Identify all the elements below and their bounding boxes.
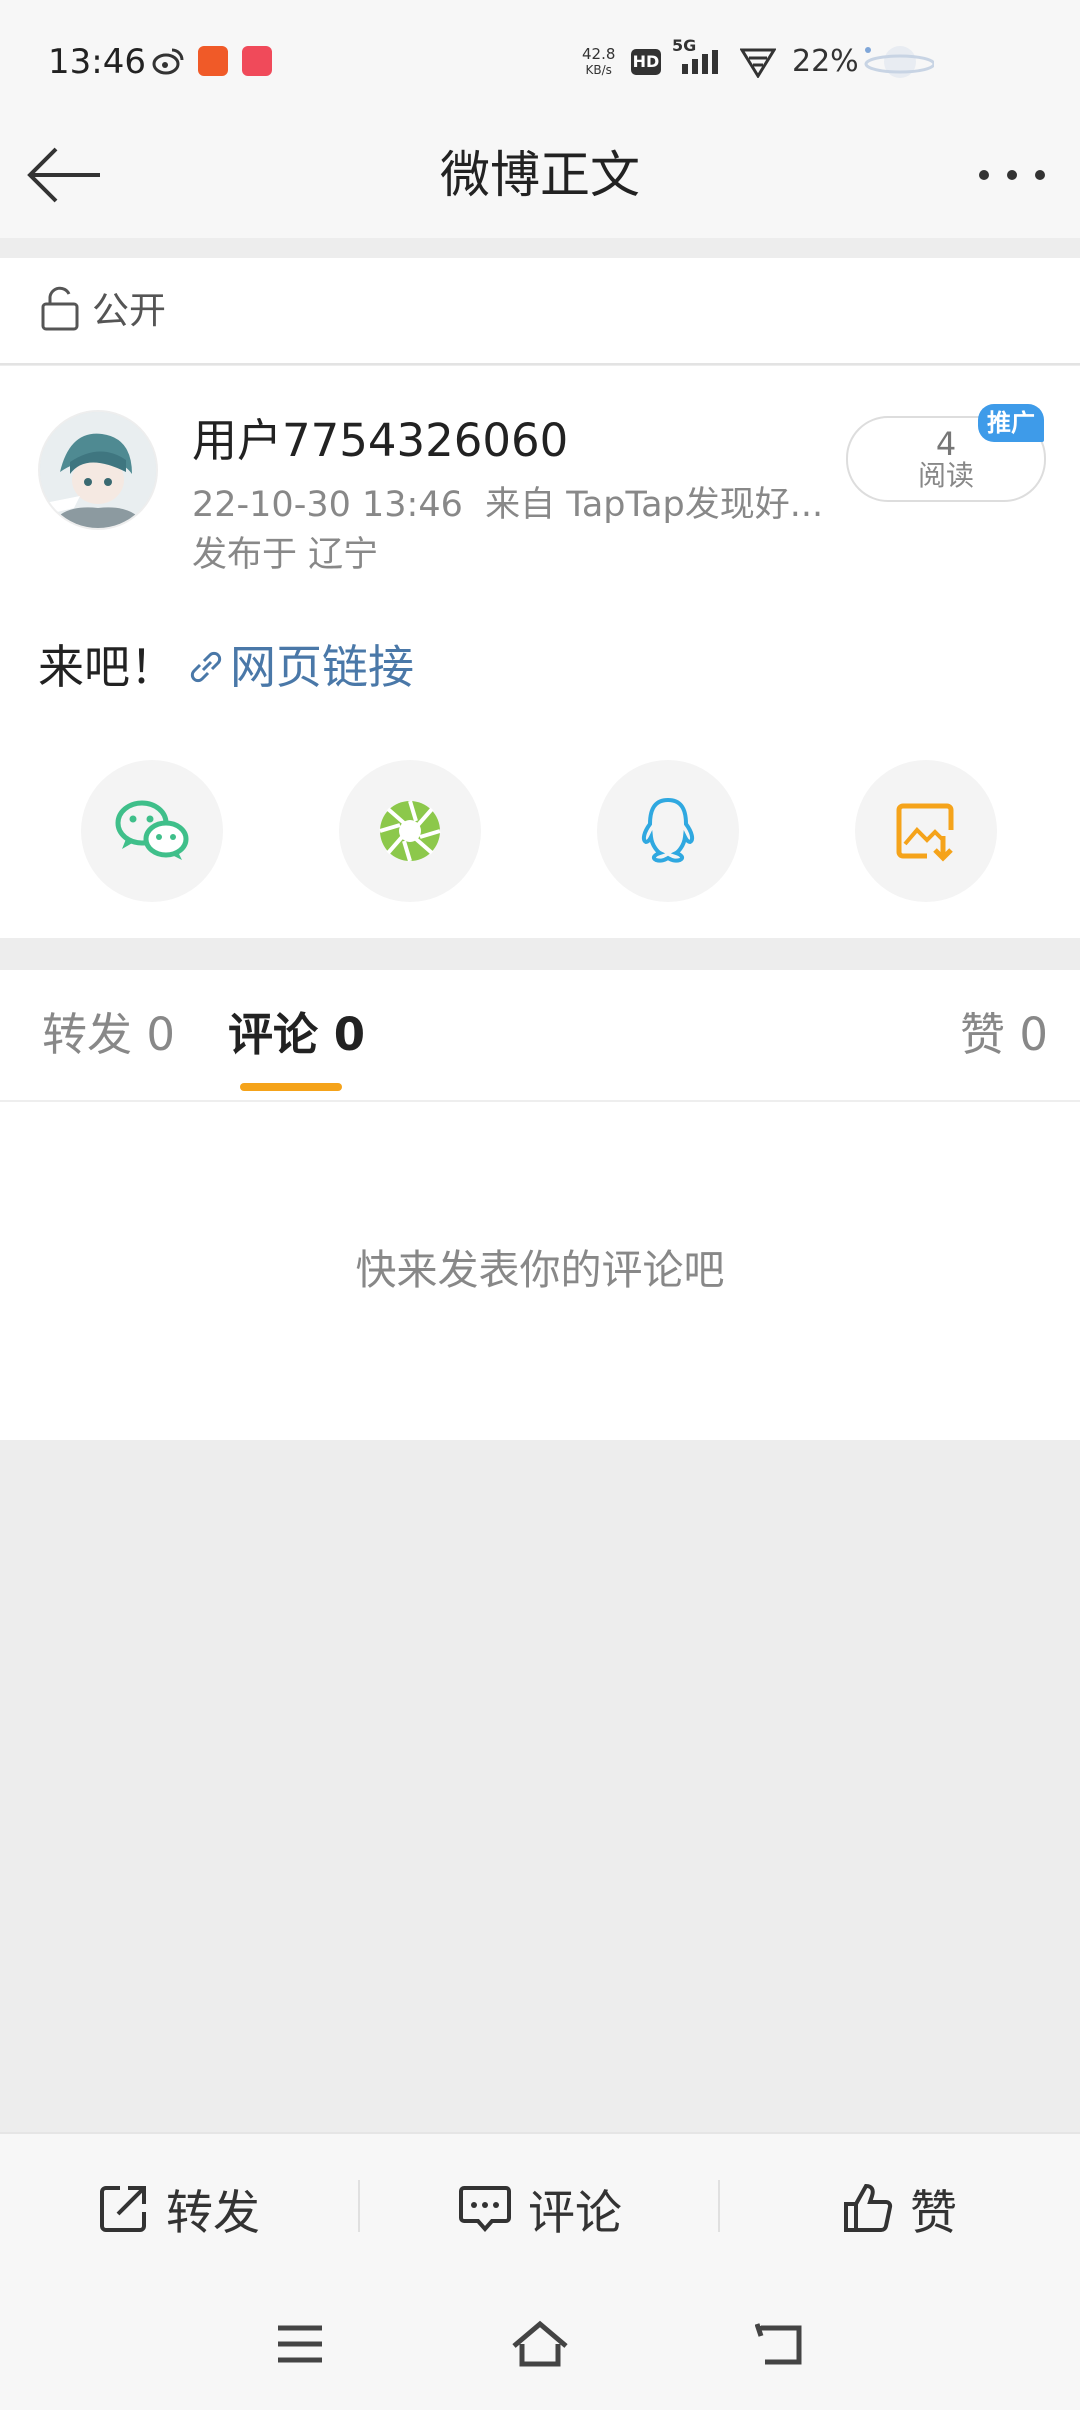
comment-button[interactable]: 评论	[458, 2172, 622, 2244]
menu-nav-button[interactable]	[260, 2312, 340, 2376]
link-icon	[190, 651, 222, 683]
back-nav-icon	[755, 2323, 802, 2365]
wifi-icon	[739, 46, 777, 82]
web-link-label: 网页链接	[230, 640, 414, 694]
tab-like[interactable]: 赞 0	[960, 1000, 1048, 1070]
page-title: 微博正文	[440, 146, 640, 204]
thumbs-up-icon	[844, 2183, 893, 2232]
repost-icon	[100, 2186, 146, 2232]
post-source[interactable]: 来自 TapTap发现好...	[485, 485, 823, 525]
hd-icon: HD	[631, 49, 661, 75]
qq-icon	[641, 797, 695, 863]
action-divider	[358, 2180, 360, 2232]
home-icon	[512, 2320, 568, 2367]
status-time: 13:46	[48, 42, 146, 82]
post-text: 来吧！	[38, 640, 176, 694]
post-location: 发布于 辽宁	[192, 535, 379, 575]
planet-icon	[860, 42, 936, 86]
like-button[interactable]: 赞	[842, 2172, 957, 2244]
post-meta: 22-10-30 13:46 来自 TapTap发现好...	[192, 480, 823, 530]
read-label: 阅读	[917, 459, 974, 492]
battery-level: 22%	[792, 44, 859, 79]
post-timestamp: 22-10-30 13:46	[192, 485, 463, 525]
save-image-button[interactable]	[855, 760, 997, 902]
repost-button[interactable]: 转发	[98, 2172, 260, 2244]
share-qq-button[interactable]	[597, 760, 739, 902]
username[interactable]: 用户7754326060	[192, 410, 568, 472]
wechat-icon	[115, 800, 189, 860]
empty-comments-text: 快来发表你的评论吧	[355, 1246, 725, 1294]
moments-icon	[379, 800, 441, 862]
visibility-label: 公开	[92, 289, 166, 332]
save-image-icon	[896, 803, 954, 862]
tab-comment[interactable]: 评论 0	[228, 1000, 365, 1070]
active-tab-indicator	[240, 1083, 342, 1091]
app-notification-icon	[198, 46, 228, 76]
web-link[interactable]: 网页链接	[186, 632, 414, 702]
unlock-icon	[40, 286, 80, 336]
action-divider	[718, 2180, 720, 2232]
avatar-image	[40, 412, 156, 528]
back-nav-button[interactable]	[740, 2312, 820, 2376]
signal-icon	[682, 50, 720, 78]
menu-icon	[278, 2325, 322, 2363]
home-nav-button[interactable]	[500, 2312, 580, 2376]
promo-badge[interactable]: 推广	[978, 404, 1044, 442]
weibo-status-icon	[152, 46, 184, 80]
more-button[interactable]	[974, 150, 1054, 200]
share-wechat-button[interactable]	[81, 760, 223, 902]
network-speed: 42.8 KB/s	[582, 45, 616, 77]
share-moments-button[interactable]	[339, 760, 481, 902]
avatar[interactable]	[38, 410, 158, 530]
more-dots-icon	[979, 170, 1045, 180]
comment-icon	[459, 2186, 511, 2233]
app-notification-icon	[242, 46, 272, 76]
tab-repost[interactable]: 转发 0	[42, 1000, 175, 1070]
